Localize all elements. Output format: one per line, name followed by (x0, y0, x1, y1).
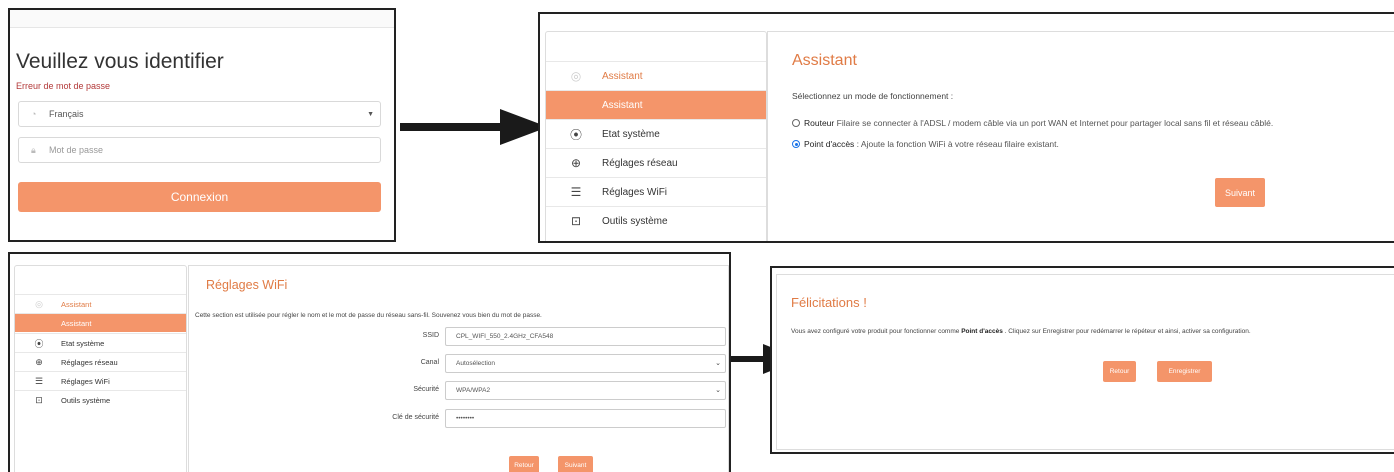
sidebar: ◎ Assistant Assistant ⦿ Etat système ⊕ R… (545, 31, 767, 241)
wizard-icon: ◎ (570, 69, 582, 83)
sidebar-item-wifi-settings[interactable]: ☰ Réglages WiFi (546, 177, 766, 206)
sidebar-item-network-settings[interactable]: ⊕ Réglages réseau (546, 148, 766, 177)
security-row: Sécurité WPA/WPA2 ⌄ (189, 381, 729, 400)
sidebar-item-label: Etat système (61, 338, 105, 348)
assistant-panel: ◎ Assistant Assistant ⦿ Etat système ⊕ R… (538, 12, 1394, 243)
login-title: Veuillez vous identifier (16, 50, 224, 73)
message-text-after: . Cliquez sur Enregistrer pour redémarre… (1002, 328, 1251, 335)
page-title: Félicitations ! (791, 295, 867, 310)
wifi-icon: ☰ (34, 375, 44, 386)
wifi-icon: ☰ (570, 185, 582, 199)
back-button[interactable]: Retour (509, 456, 539, 472)
broadcast-icon: ⦿ (569, 127, 582, 142)
congratulations-panel: Félicitations ! Vous avez configuré votr… (770, 266, 1394, 454)
globe-icon: ⊕ (35, 356, 43, 367)
mode-prompt: Sélectionnez un mode de fonctionnement : (792, 91, 954, 101)
sidebar-item-label: Outils système (61, 395, 111, 405)
login-panel: Veuillez vous identifier Erreur de mot d… (8, 8, 396, 242)
language-select[interactable]: ◔ Français ▼ (18, 101, 381, 127)
sidebar-item-label: Assistant (602, 70, 643, 82)
sidebar: ◎ Assistant Assistant ⦿ Etat système ⊕ R… (14, 265, 187, 472)
message-mode: Point d'accès (961, 328, 1003, 335)
access-point-radio[interactable] (792, 140, 800, 148)
chevron-down-icon: ▼ (367, 111, 374, 118)
security-key-row: Clé de sécurité •••••••• (189, 409, 729, 428)
sidebar-item-assistant[interactable]: Assistant (546, 90, 766, 119)
sidebar-item-label: Outils système (602, 215, 668, 227)
message-text-before: Vous avez configuré votre produit pour f… (791, 328, 962, 335)
wifi-settings-panel: ◎ Assistant Assistant ⦿ Etat système ⊕ R… (8, 252, 731, 472)
sidebar-item-label: Réglages WiFi (61, 376, 110, 386)
chevron-down-icon: ⌄ (715, 360, 721, 367)
sidebar-item-assistant-header[interactable]: ◎ Assistant (15, 294, 186, 313)
sidebar-item-label: Assistant (61, 299, 92, 309)
security-label: Sécurité (413, 386, 439, 393)
sidebar-item-wifi-settings[interactable]: ☰ Réglages WiFi (15, 371, 186, 390)
channel-row: Canal Autosélection ⌄ (189, 354, 729, 373)
sidebar-item-assistant[interactable]: Assistant (15, 313, 186, 332)
main-content: Assistant Sélectionnez un mode de foncti… (767, 31, 1394, 241)
globe-icon: ◔ (31, 109, 37, 119)
router-option-name: Routeur (804, 118, 835, 128)
sidebar-item-assistant-header[interactable]: ◎ Assistant (546, 61, 766, 90)
toolbox-icon: ⊡ (35, 394, 43, 405)
channel-select[interactable]: Autosélection ⌄ (445, 354, 726, 373)
sidebar-item-system-tools[interactable]: ⊡ Outils système (15, 390, 186, 409)
sidebar-item-network-settings[interactable]: ⊕ Réglages réseau (15, 352, 186, 371)
router-option-description: Filaire se connecter à l'ADSL / modem câ… (836, 118, 1274, 128)
globe-icon: ⊕ (570, 156, 582, 170)
router-option[interactable]: Routeur Filaire se connecter à l'ADSL / … (792, 118, 1273, 128)
section-description: Cette section est utilisée pour régler l… (195, 312, 542, 319)
security-key-input[interactable]: •••••••• (445, 409, 726, 428)
router-radio[interactable] (792, 119, 800, 127)
security-select[interactable]: WPA/WPA2 ⌄ (445, 381, 726, 400)
password-placeholder: Mot de passe (49, 145, 104, 155)
sidebar-item-label: Réglages réseau (61, 357, 118, 367)
sidebar-item-label: Réglages WiFi (602, 186, 668, 198)
toolbox-icon: ⊡ (570, 214, 582, 228)
sidebar-item-system-status[interactable]: ⦿ Etat système (15, 333, 186, 352)
next-button[interactable]: Suivant (558, 456, 593, 472)
ssid-row: SSID CPL_WIFI_550_2.4GHz_CFA548 (189, 327, 729, 346)
security-key-label: Clé de sécurité (392, 414, 439, 421)
sidebar-item-label: Assistant (61, 318, 92, 328)
security-value: WPA/WPA2 (456, 387, 491, 394)
channel-value: Autosélection (456, 360, 496, 367)
sidebar-item-label: Etat système (602, 128, 660, 140)
access-point-option[interactable]: Point d'accès : Ajoute la fonction WiFi … (792, 139, 1059, 149)
chevron-down-icon: ⌄ (715, 387, 721, 394)
channel-label: Canal (420, 359, 439, 366)
main-content: Félicitations ! Vous avez configuré votr… (776, 274, 1394, 450)
broadcast-icon: ⦿ (34, 338, 44, 349)
confirmation-message: Vous avez configuré votre produit pour f… (791, 328, 1251, 335)
access-point-option-name: Point d'accès (804, 139, 855, 149)
language-value: Français (49, 109, 84, 119)
wizard-icon: ◎ (35, 298, 43, 309)
ssid-label: SSID (422, 332, 439, 339)
page-title: Assistant (792, 52, 857, 69)
password-input[interactable]: 🔒︎ Mot de passe (18, 137, 381, 163)
sidebar-item-label: Assistant (602, 99, 643, 111)
login-error-message: Erreur de mot de passe (16, 81, 111, 91)
arrow-right-icon (400, 109, 548, 145)
sidebar-item-label: Réglages réseau (602, 157, 678, 169)
save-button[interactable]: Enregistrer (1157, 361, 1212, 382)
next-button[interactable]: Suivant (1215, 178, 1265, 207)
sidebar-item-system-tools[interactable]: ⊡ Outils système (546, 206, 766, 235)
top-bar (10, 10, 394, 28)
ssid-input[interactable]: CPL_WIFI_550_2.4GHz_CFA548 (445, 327, 726, 346)
main-content: Réglages WiFi Cette section est utilisée… (188, 265, 729, 472)
login-button[interactable]: Connexion (18, 182, 381, 212)
access-point-option-description: : Ajoute la fonction WiFi à votre réseau… (854, 139, 1059, 149)
lock-icon: 🔒︎ (31, 144, 36, 155)
back-button[interactable]: Retour (1103, 361, 1136, 382)
sidebar-item-system-status[interactable]: ⦿ Etat système (546, 119, 766, 148)
page-title: Réglages WiFi (206, 278, 288, 292)
